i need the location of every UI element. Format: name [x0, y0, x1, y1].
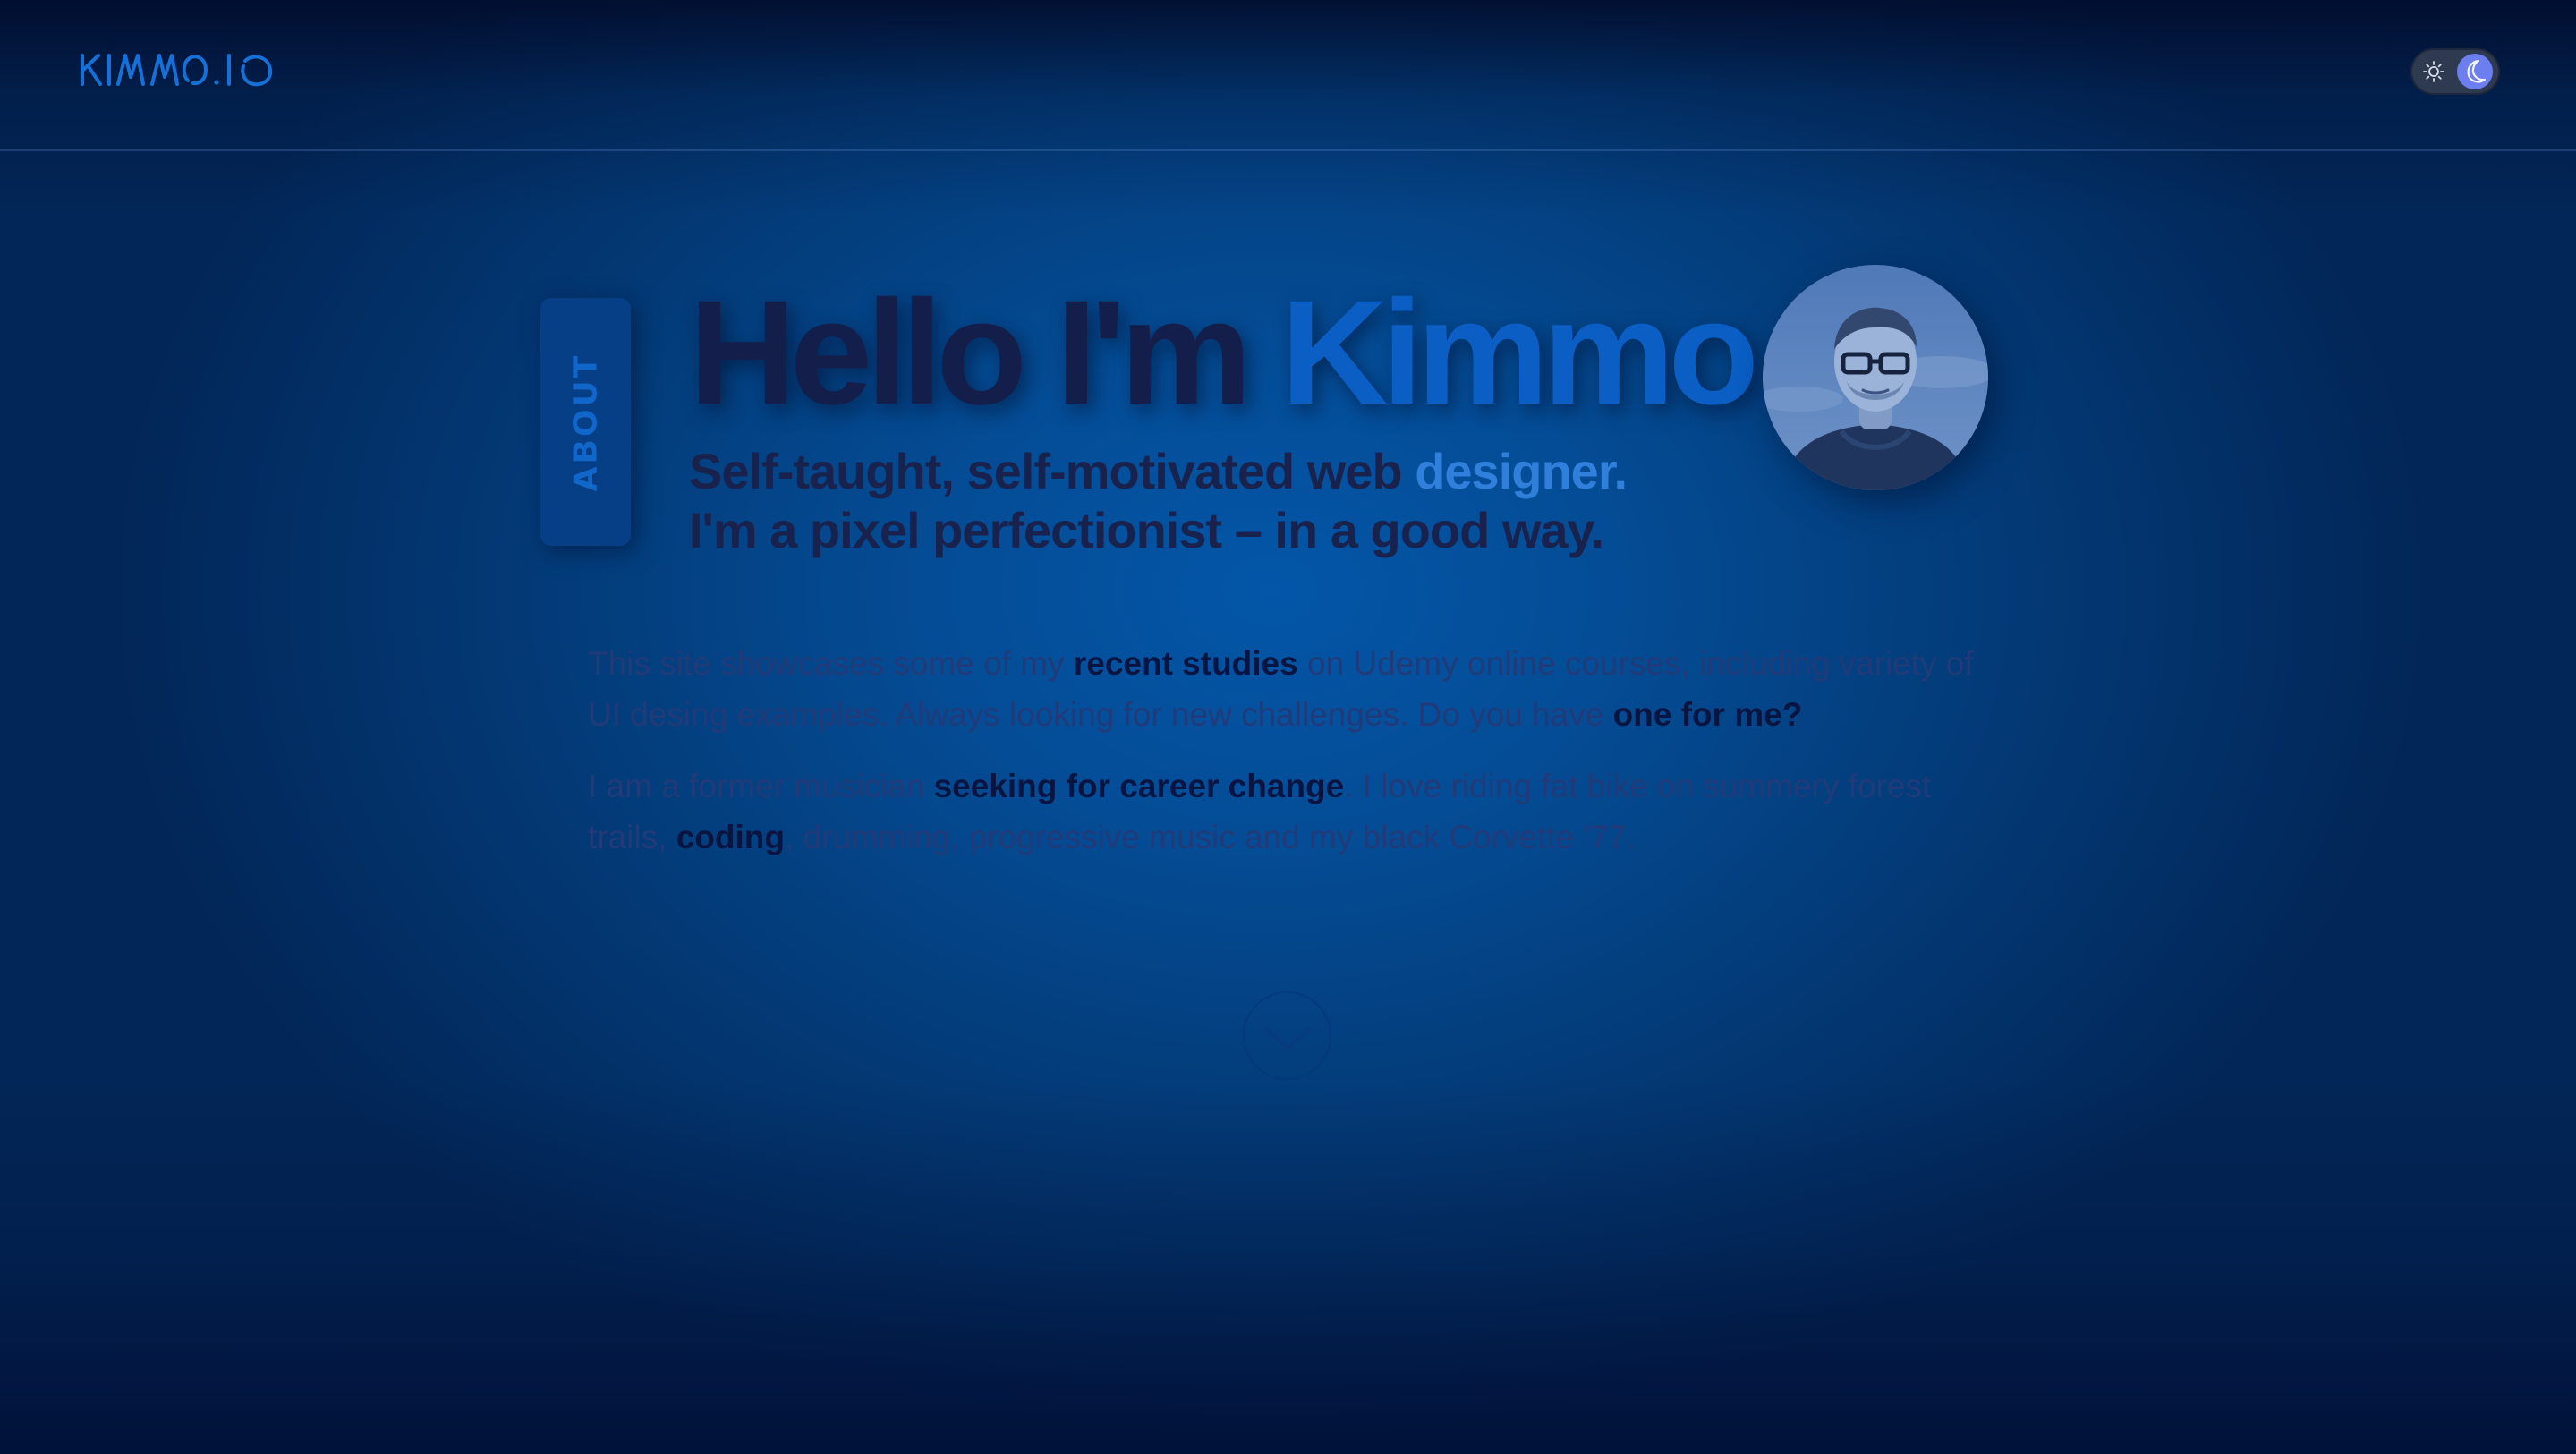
- theme-toggle-knob: [2457, 54, 2493, 89]
- chevron-down-icon: [1264, 1026, 1310, 1050]
- avatar: [1763, 265, 1988, 490]
- profile-photo-icon: [1763, 265, 1988, 490]
- intro-1-highlight-question: one for me?: [1612, 696, 1803, 733]
- intro-paragraph-2: I am a former musician seeking for caree…: [588, 761, 1993, 863]
- intro-1-text-a: This site showcases some of my: [588, 645, 1074, 682]
- bottom-vignette: [0, 1078, 2576, 1454]
- subtitle-line2: I'm a pixel perfectionist – in a good wa…: [689, 502, 1604, 558]
- intro-2-text-c: , drumming, progressive music and my bla…: [784, 819, 1636, 855]
- intro-paragraph-1: This site showcases some of my recent st…: [588, 638, 1993, 740]
- subtitle-line1-accent: designer.: [1415, 443, 1628, 499]
- subtitle-line1-prefix: Self-taught, self-motivated web: [689, 443, 1416, 499]
- theme-toggle[interactable]: [2410, 48, 2500, 95]
- hero-title-prefix: Hello I'm: [689, 270, 1281, 436]
- intro-2-text-a: I am a former musician: [588, 768, 934, 804]
- intro-1-highlight-studies: recent studies: [1073, 645, 1298, 682]
- hero-title: Hello I'm Kimmo: [689, 268, 1759, 438]
- logo-mark: [81, 54, 273, 87]
- sun-icon: [2423, 61, 2444, 82]
- about-section-tab[interactable]: ABOUT: [540, 298, 631, 546]
- scroll-down-button[interactable]: [1243, 991, 1331, 1080]
- moon-icon: [2467, 59, 2487, 83]
- intro-2-highlight-career: seeking for career change: [933, 768, 1345, 804]
- site-logo[interactable]: [79, 50, 293, 89]
- hero-title-name: Kimmo: [1280, 270, 1759, 436]
- about-tab-label: ABOUT: [567, 353, 604, 491]
- intro-2-highlight-coding: coding: [676, 819, 785, 855]
- hero-subtitle: Self-taught, self-motivated web designer…: [689, 442, 1628, 560]
- site-header: [0, 0, 2576, 151]
